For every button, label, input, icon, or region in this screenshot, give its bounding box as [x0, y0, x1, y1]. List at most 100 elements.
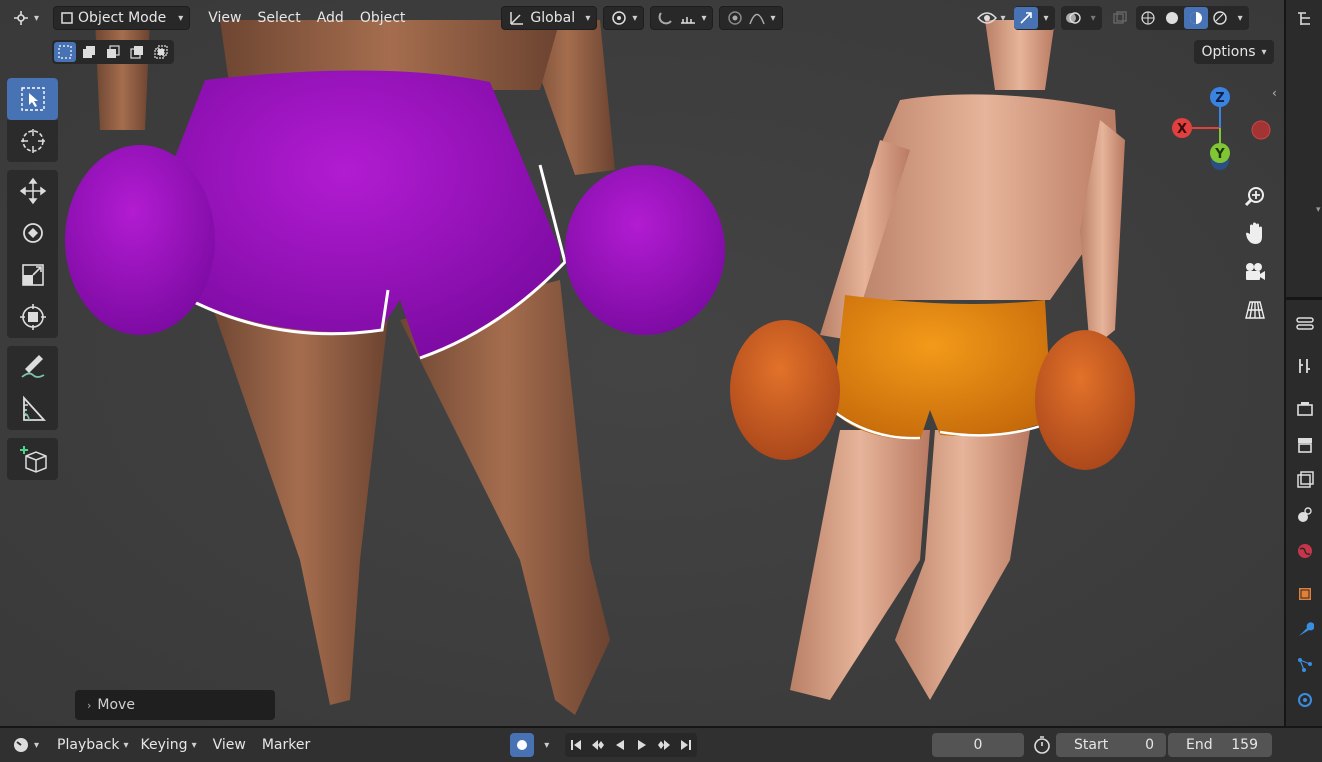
tool-annotate[interactable] — [7, 346, 58, 388]
menu-select[interactable]: Select — [250, 6, 309, 30]
chevron-down-icon: ▾ — [701, 12, 707, 24]
pivot-point-dropdown[interactable]: ▾ — [603, 6, 645, 30]
playback-controls — [565, 733, 698, 757]
object-properties-icon[interactable] — [1294, 583, 1316, 605]
select-intersect-icon[interactable] — [150, 42, 172, 62]
selection-mode-group — [52, 40, 174, 64]
outliner-icon[interactable] — [1294, 8, 1316, 30]
menu-keying-label: Keying — [140, 737, 188, 753]
3d-viewport[interactable]: ▾ Object Mode ▾ View Select Add Object G… — [0, 0, 1284, 726]
annotate-pencil-icon — [20, 355, 44, 378]
eye-icon — [976, 12, 997, 24]
proportional-editing-group[interactable]: ▾ — [719, 6, 783, 30]
last-operator-panel[interactable]: › Move — [75, 690, 275, 720]
sidebar-toggle-arrow-icon[interactable]: ‹ — [1272, 86, 1277, 100]
menu-playback[interactable]: Playback ▾ — [51, 733, 135, 757]
solid-shading-icon[interactable] — [1160, 7, 1184, 29]
material-preview-shading-icon[interactable] — [1183, 7, 1208, 29]
tool-settings-icon[interactable] — [1294, 355, 1316, 377]
navigation-gizmo[interactable]: Z X Y — [1165, 84, 1275, 174]
properties-editor-icon[interactable] — [1294, 313, 1316, 335]
gizmo-icon[interactable] — [1013, 7, 1038, 29]
scene-properties-icon[interactable] — [1294, 504, 1316, 526]
jump-end-icon[interactable] — [675, 734, 697, 756]
camera-view-button[interactable] — [1238, 255, 1272, 289]
physics-properties-icon[interactable] — [1294, 689, 1316, 711]
menu-view[interactable]: View — [207, 733, 252, 757]
tool-add-cube[interactable] — [7, 438, 58, 480]
chevron-down-icon[interactable]: ▾ — [1085, 13, 1102, 24]
modifier-properties-icon[interactable] — [1294, 619, 1316, 641]
select-extend-icon[interactable] — [78, 42, 100, 62]
chevron-down-icon: ▾ — [34, 739, 40, 751]
tool-move[interactable] — [7, 170, 58, 212]
axis-z-label: Z — [1215, 91, 1224, 106]
viewport-header: ▾ Object Mode ▾ View Select Add Object G… — [0, 0, 1284, 36]
chevron-down-icon[interactable]: ▾ — [538, 740, 555, 751]
camera-icon — [1246, 263, 1265, 280]
scene-render — [0, 0, 1284, 726]
render-properties-icon[interactable] — [1294, 398, 1316, 420]
transform-orientation-dropdown[interactable]: Global ▾ — [501, 6, 598, 30]
editor-type-button[interactable]: ▾ — [6, 6, 45, 30]
tool-scale[interactable] — [7, 254, 58, 296]
tool-measure[interactable] — [7, 388, 58, 430]
xray-toggle[interactable] — [1108, 6, 1132, 30]
gizmo-toggle-group[interactable]: ▾ — [1013, 6, 1055, 30]
menu-add[interactable]: Add — [309, 6, 352, 30]
snap-magnet-icon — [659, 12, 673, 25]
stopwatch-icon[interactable] — [1032, 735, 1052, 759]
menu-object[interactable]: Object — [352, 6, 414, 30]
prev-keyframe-icon[interactable] — [587, 734, 609, 756]
pivot-icon — [612, 11, 627, 25]
particles-properties-icon[interactable] — [1294, 654, 1316, 676]
tool-transform[interactable] — [7, 296, 58, 338]
options-dropdown[interactable]: Options ▾ — [1194, 40, 1274, 64]
chevron-down-icon[interactable]: ▾ — [1038, 13, 1055, 24]
start-frame-field[interactable]: Start 0 — [1056, 733, 1166, 757]
wireframe-shading-icon[interactable] — [1136, 7, 1160, 29]
chevron-down-icon: ▾ — [178, 12, 184, 24]
object-mode-icon — [61, 12, 73, 24]
rendered-shading-icon[interactable] — [1208, 7, 1232, 29]
select-subtract-icon[interactable] — [102, 42, 124, 62]
clock-icon — [14, 738, 28, 752]
tool-select-box[interactable] — [7, 78, 58, 120]
timeline-editor-type-button[interactable]: ▾ — [6, 733, 45, 757]
overlays-icon[interactable] — [1061, 7, 1085, 29]
pan-button[interactable] — [1238, 217, 1272, 251]
xray-icon[interactable] — [1108, 7, 1132, 29]
end-frame-value: 159 — [1231, 737, 1258, 753]
properties-tabs-strip: ▾ — [1284, 0, 1322, 726]
select-box-icon — [20, 87, 45, 111]
shading-mode-group[interactable]: ▾ — [1135, 6, 1249, 30]
visibility-dropdown[interactable]: ▾ — [971, 6, 1012, 30]
tool-rotate[interactable] — [7, 212, 58, 254]
viewport-editor-icon — [14, 11, 28, 25]
tool-cursor[interactable] — [7, 120, 58, 162]
menu-view[interactable]: View — [200, 6, 249, 30]
tool-shelf — [7, 78, 58, 488]
chevron-down-icon[interactable]: ▾ — [1232, 13, 1249, 24]
current-frame-field[interactable]: 0 — [932, 733, 1024, 757]
mode-dropdown[interactable]: Object Mode ▾ — [53, 6, 191, 30]
output-properties-icon[interactable] — [1294, 434, 1316, 456]
jump-start-icon[interactable] — [565, 734, 587, 756]
outliner-region: ▾ — [1286, 0, 1322, 300]
record-icon — [517, 740, 528, 750]
menu-marker[interactable]: Marker — [256, 733, 316, 757]
end-frame-field[interactable]: End 159 — [1168, 733, 1272, 757]
overlays-toggle-group[interactable]: ▾ — [1060, 6, 1102, 30]
play-reverse-icon[interactable] — [609, 734, 631, 756]
menu-keying[interactable]: Keying ▾ — [135, 733, 203, 757]
select-new-icon[interactable] — [54, 42, 76, 62]
zoom-button[interactable] — [1238, 180, 1272, 214]
world-properties-icon[interactable] — [1294, 540, 1316, 562]
perspective-toggle-button[interactable] — [1238, 293, 1272, 327]
view-layer-properties-icon[interactable] — [1294, 469, 1316, 491]
next-keyframe-icon[interactable] — [653, 734, 675, 756]
snapping-group[interactable]: ▾ — [650, 6, 714, 30]
select-invert-icon[interactable] — [126, 42, 148, 62]
record-button[interactable] — [510, 733, 535, 757]
play-icon[interactable] — [631, 734, 653, 756]
